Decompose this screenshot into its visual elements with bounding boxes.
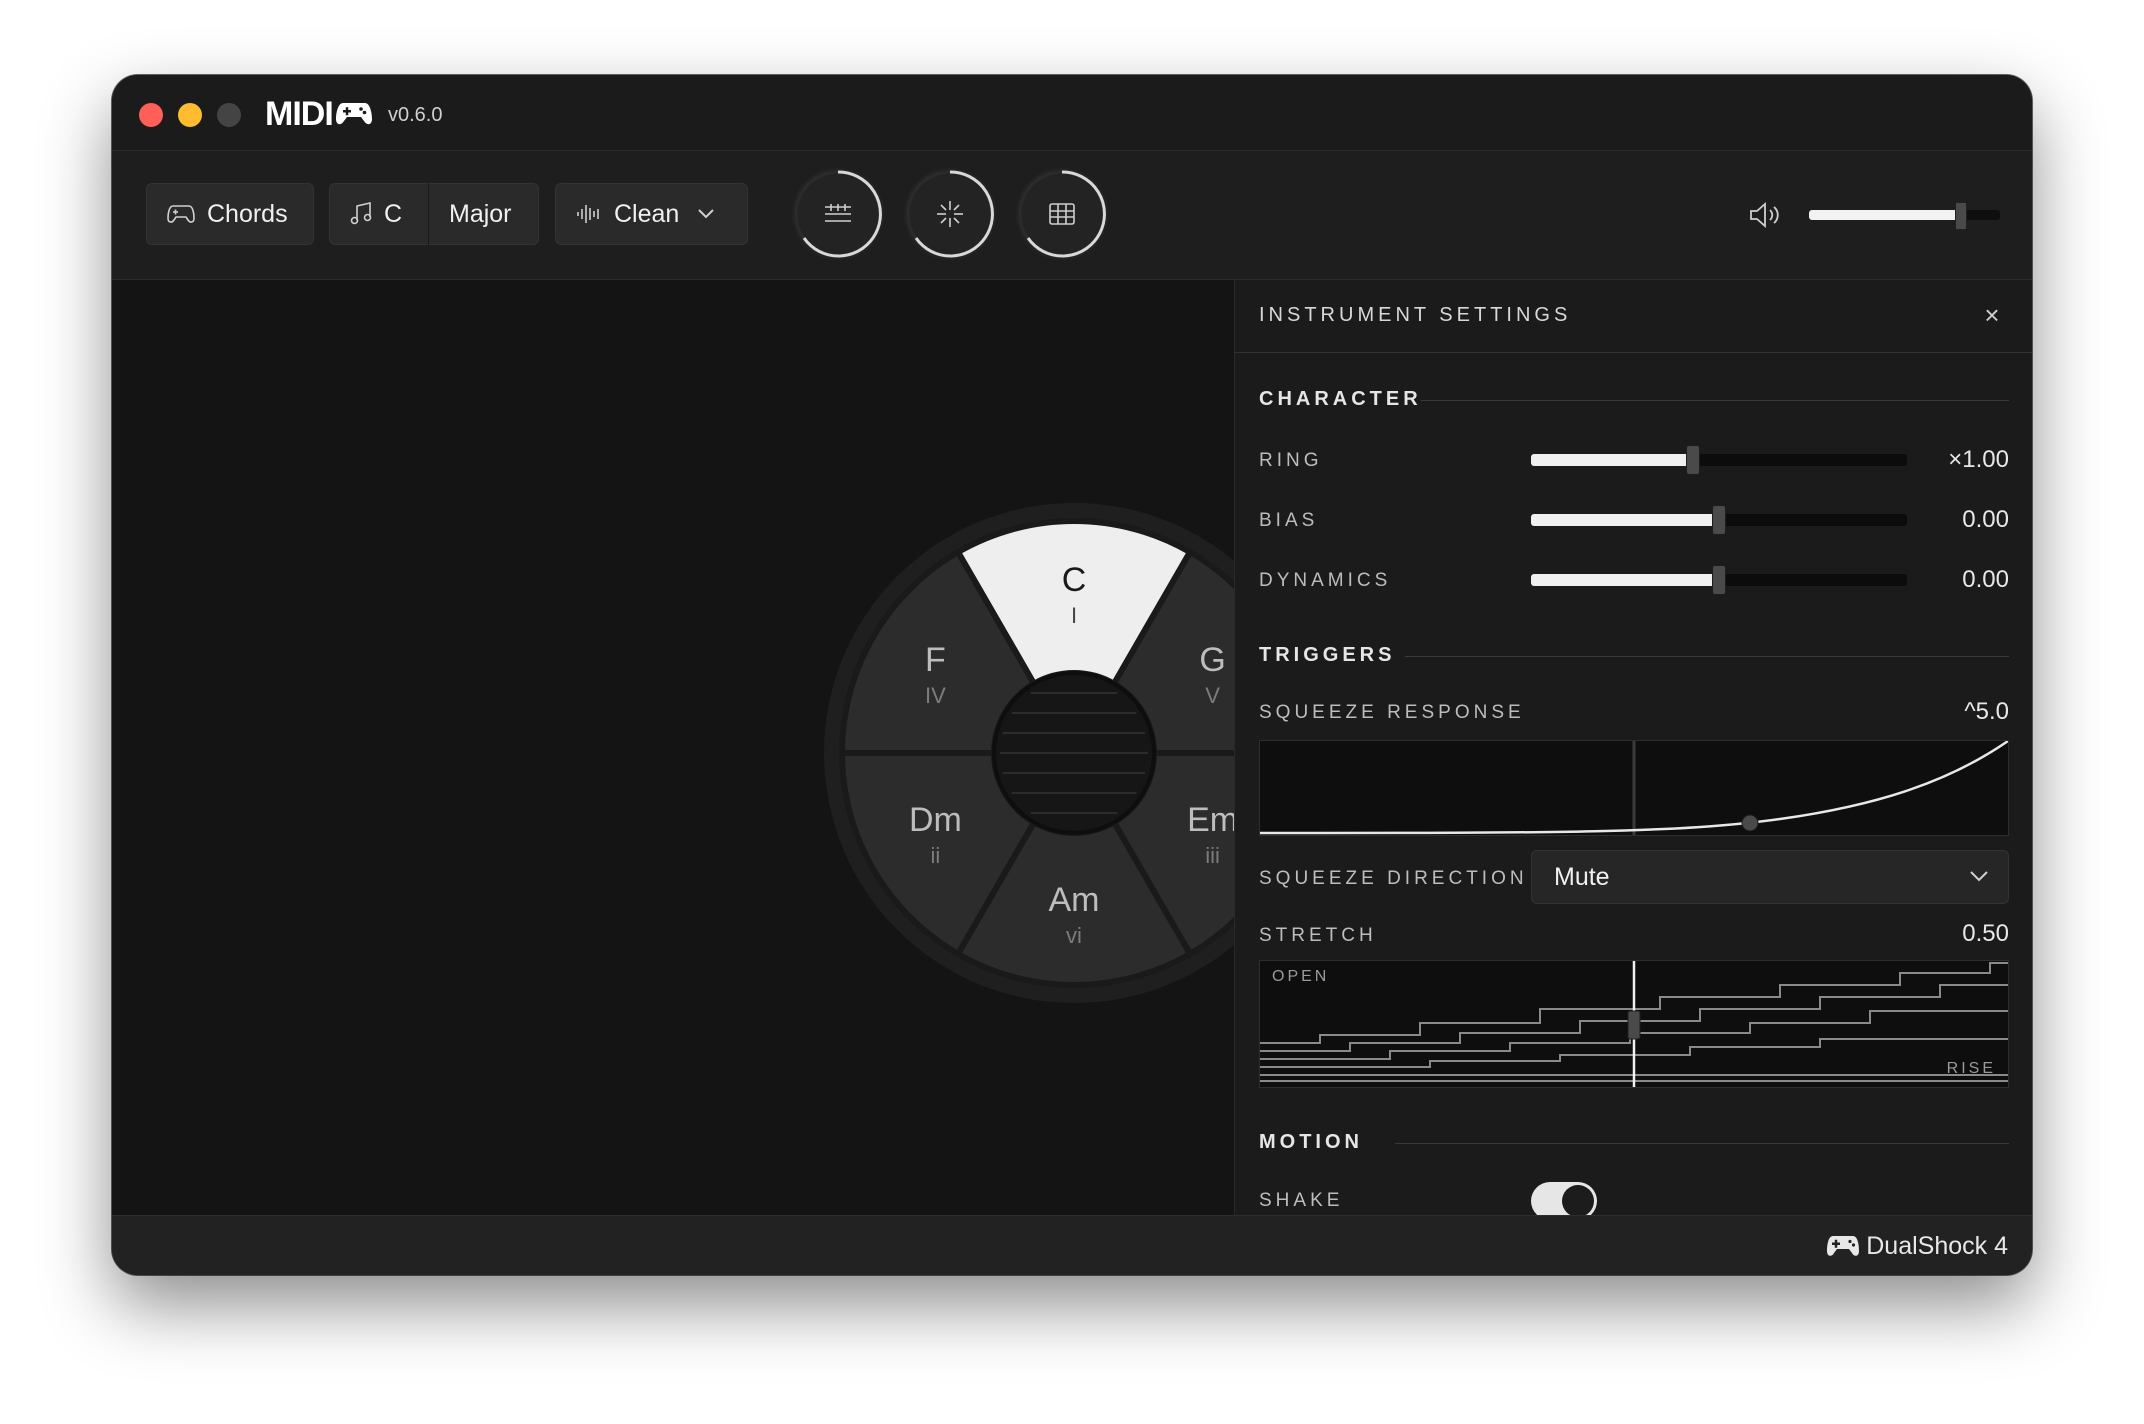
character-heading: CHARACTER	[1259, 388, 1422, 410]
chord-numeral: I	[1071, 603, 1077, 628]
chord-numeral: IV	[925, 683, 946, 708]
stretch-steps-graph: OPEN RISE	[1260, 961, 2008, 1087]
toggle-knob	[1562, 1185, 1594, 1215]
chord-numeral: vi	[1066, 923, 1082, 948]
chevron-down-icon	[698, 209, 715, 219]
section-divider	[1395, 1143, 2009, 1144]
sparkle-dial[interactable]	[904, 168, 996, 260]
slider-thumb[interactable]	[1712, 565, 1726, 595]
grid-icon	[1049, 203, 1075, 225]
gamepad-logo-icon	[335, 97, 373, 136]
chord-numeral: ii	[931, 843, 941, 868]
dynamics-slider[interactable]	[1531, 565, 1907, 595]
stretch-rise-label: RISE	[1947, 1060, 1996, 1077]
chord-numeral: V	[1205, 683, 1220, 708]
waveform-icon	[577, 205, 599, 223]
bias-value: 0.00	[1962, 506, 2009, 533]
gamepad-icon	[1827, 1236, 1859, 1256]
key-label: C	[384, 199, 403, 228]
slider-fill	[1531, 514, 1719, 526]
app-name: MIDI	[265, 95, 334, 133]
slider-fill	[1531, 574, 1719, 586]
music-note-icon	[350, 202, 372, 225]
ring-label: RING	[1259, 450, 1323, 471]
controller-name: DualShock 4	[1866, 1232, 2008, 1260]
chord-name: G	[1199, 641, 1225, 679]
triggers-heading: TRIGGERS	[1259, 644, 1396, 666]
status-bar: DualShock 4	[112, 1215, 2032, 1275]
key-scale-group: C Major	[329, 183, 539, 245]
key-selector[interactable]: C	[330, 184, 428, 244]
bias-label: BIAS	[1259, 510, 1319, 531]
ring-slider[interactable]	[1531, 445, 1907, 475]
keys-dial[interactable]	[792, 168, 884, 260]
stretch-graph[interactable]: OPEN RISE	[1259, 960, 2009, 1088]
chord-name: C	[1062, 561, 1087, 599]
wheel-center-hub[interactable]	[992, 671, 1156, 835]
ring-value: ×1.00	[1948, 446, 2009, 473]
scale-selector[interactable]: Major	[429, 184, 512, 244]
minimize-window-button[interactable]	[178, 103, 202, 127]
squeeze-direction-select[interactable]: Mute	[1531, 850, 2009, 904]
shake-label: SHAKE	[1259, 1190, 1344, 1211]
panel-header: INSTRUMENT SETTINGS ×	[1235, 280, 2032, 353]
squeeze-direction-value: Mute	[1554, 863, 1610, 891]
grid-dial[interactable]	[1016, 168, 1108, 260]
scale-label: Major	[449, 199, 512, 228]
app-version: v0.6.0	[388, 104, 443, 126]
chord-wheel: CI GV Em iii Am vi Dm ii F IV	[824, 503, 1234, 1003]
mode-button[interactable]: Chords	[146, 183, 314, 245]
squeeze-response-curve[interactable]	[1259, 739, 2009, 836]
chevron-down-icon	[1970, 871, 1988, 882]
volume-icon[interactable]	[1748, 201, 1782, 229]
response-curve-graph	[1259, 739, 2009, 835]
motion-heading: MOTION	[1259, 1131, 1363, 1153]
squeeze-response-label: SQUEEZE RESPONSE	[1259, 702, 1525, 723]
volume-slider[interactable]	[1809, 202, 2000, 230]
shake-toggle[interactable]	[1531, 1182, 1597, 1215]
app-logo: MIDI	[265, 95, 373, 136]
keys-icon	[825, 204, 851, 222]
dynamics-label: DYNAMICS	[1259, 570, 1392, 591]
slider-fill	[1531, 454, 1693, 466]
sound-label: Clean	[614, 199, 680, 228]
squeeze-response-value: ^5.0	[1964, 698, 2009, 725]
gamepad-icon	[167, 205, 195, 223]
chord-name: Am	[1049, 881, 1100, 919]
stretch-label: STRETCH	[1259, 925, 1377, 946]
chord-numeral: iii	[1205, 843, 1220, 868]
panel-title: INSTRUMENT SETTINGS	[1259, 304, 1572, 326]
sound-selector[interactable]: Clean	[555, 183, 748, 245]
section-divider	[1421, 400, 2009, 401]
dynamics-value: 0.00	[1962, 566, 2009, 593]
slider-thumb[interactable]	[1712, 505, 1726, 535]
volume-fill	[1809, 210, 1960, 220]
instrument-settings-panel: INSTRUMENT SETTINGS × CHARACTER RING ×1.…	[1234, 280, 2032, 1215]
zoom-window-button[interactable]	[217, 103, 241, 127]
section-divider	[1405, 656, 2009, 657]
stretch-value: 0.50	[1962, 920, 2009, 947]
stretch-open-label: OPEN	[1272, 968, 1329, 985]
sparkle-icon	[937, 201, 963, 227]
chord-name: Dm	[909, 801, 962, 839]
chord-name: F	[925, 641, 946, 679]
app-window: MIDI v0.6.0 Chords C Major Clean C I G V…	[112, 75, 2032, 1275]
volume-thumb[interactable]	[1955, 202, 1967, 230]
close-panel-button[interactable]: ×	[1977, 300, 2007, 330]
bias-slider[interactable]	[1531, 505, 1907, 535]
title-bar: MIDI v0.6.0	[112, 75, 2032, 151]
close-window-button[interactable]	[139, 103, 163, 127]
slider-thumb[interactable]	[1686, 445, 1700, 475]
mode-label: Chords	[207, 199, 288, 228]
chord-name: Em	[1187, 801, 1234, 839]
squeeze-direction-label: SQUEEZE DIRECTION	[1259, 868, 1528, 889]
